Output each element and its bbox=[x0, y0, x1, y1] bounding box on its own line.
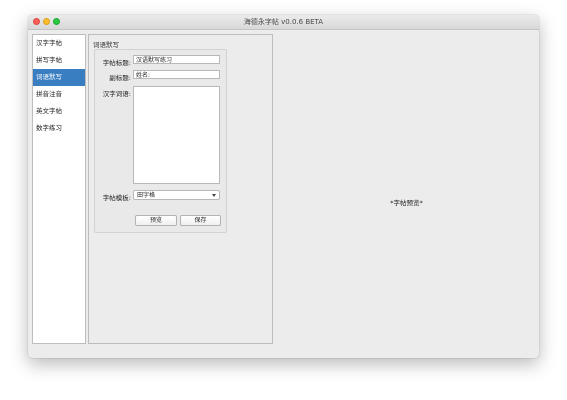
chevron-down-icon bbox=[212, 194, 216, 197]
template-label: 字帖模板: bbox=[102, 194, 131, 202]
sidebar-item-spelling[interactable]: 拼写字帖 bbox=[33, 52, 85, 69]
sidebar-item-numbers[interactable]: 数字练习 bbox=[33, 120, 85, 137]
save-button[interactable]: 保存 bbox=[180, 215, 221, 226]
form-group-box: 字帖标题: 汉语默写练习 副标题: 姓名: ________ 汉字词语: 字帖模… bbox=[94, 49, 227, 233]
words-textarea[interactable] bbox=[133, 86, 220, 184]
title-input[interactable]: 汉语默写练习 bbox=[133, 55, 220, 64]
title-label: 字帖标题: bbox=[102, 59, 131, 67]
sidebar-item-hanzi[interactable]: 汉字字帖 bbox=[33, 35, 85, 52]
template-select-value: 田字格 bbox=[137, 192, 156, 199]
template-select[interactable]: 田字格 bbox=[133, 190, 220, 200]
sidebar-item-english[interactable]: 英文字帖 bbox=[33, 103, 85, 120]
app-window: 海德永字帖 v0.0.6 BETA 汉字字帖 拼写字帖 词语默写 拼音注音 英文… bbox=[28, 15, 539, 358]
words-label: 汉字词语: bbox=[102, 90, 131, 98]
group-title: 词语默写 bbox=[93, 41, 119, 49]
subtitle-input[interactable]: 姓名: ________ bbox=[133, 70, 220, 79]
preview-area: *字帖预览* bbox=[274, 30, 539, 358]
sidebar-nav: 汉字字帖 拼写字帖 词语默写 拼音注音 英文字帖 数字练习 bbox=[32, 34, 86, 344]
preview-placeholder: *字帖预览* bbox=[390, 199, 423, 207]
window-title: 海德永字帖 v0.0.6 BETA bbox=[243, 18, 324, 26]
editor-panel: 词语默写 字帖标题: 汉语默写练习 副标题: 姓名: ________ 汉字词语… bbox=[88, 34, 273, 344]
preview-button[interactable]: 预览 bbox=[135, 215, 177, 226]
sidebar-item-pinyin[interactable]: 拼音注音 bbox=[33, 86, 85, 103]
sidebar-item-dictation[interactable]: 词语默写 bbox=[33, 69, 85, 86]
title-bar: 海德永字帖 v0.0.6 BETA bbox=[28, 15, 539, 30]
subtitle-label: 副标题: bbox=[109, 74, 131, 82]
